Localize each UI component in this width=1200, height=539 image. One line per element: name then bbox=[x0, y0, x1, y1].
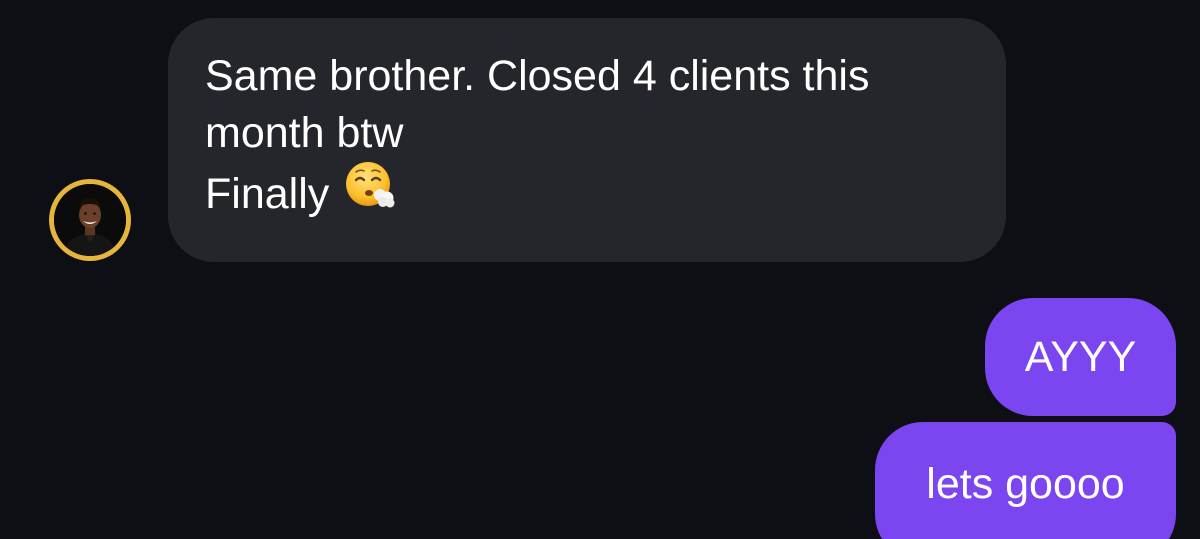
avatar-photo bbox=[54, 184, 126, 256]
outgoing-message-bubble[interactable]: AYYY bbox=[985, 298, 1176, 416]
sender-avatar[interactable] bbox=[49, 179, 131, 261]
message-text-line: Same brother. Closed 4 clients this bbox=[205, 52, 870, 100]
outgoing-message-bubble[interactable]: lets goooo bbox=[875, 422, 1176, 539]
message-text-line: month btw bbox=[205, 109, 404, 157]
chat-thread: Same brother. Closed 4 clients this mont… bbox=[0, 0, 1200, 539]
message-text: AYYY bbox=[1024, 332, 1137, 381]
message-text: lets goooo bbox=[926, 460, 1125, 508]
message-text-finally: Finally bbox=[205, 169, 330, 218]
incoming-message-bubble[interactable]: Same brother. Closed 4 clients this mont… bbox=[168, 18, 1006, 262]
message-text-line-with-emoji: Finally bbox=[205, 162, 970, 231]
face-exhaling-emoji-icon bbox=[343, 158, 397, 227]
